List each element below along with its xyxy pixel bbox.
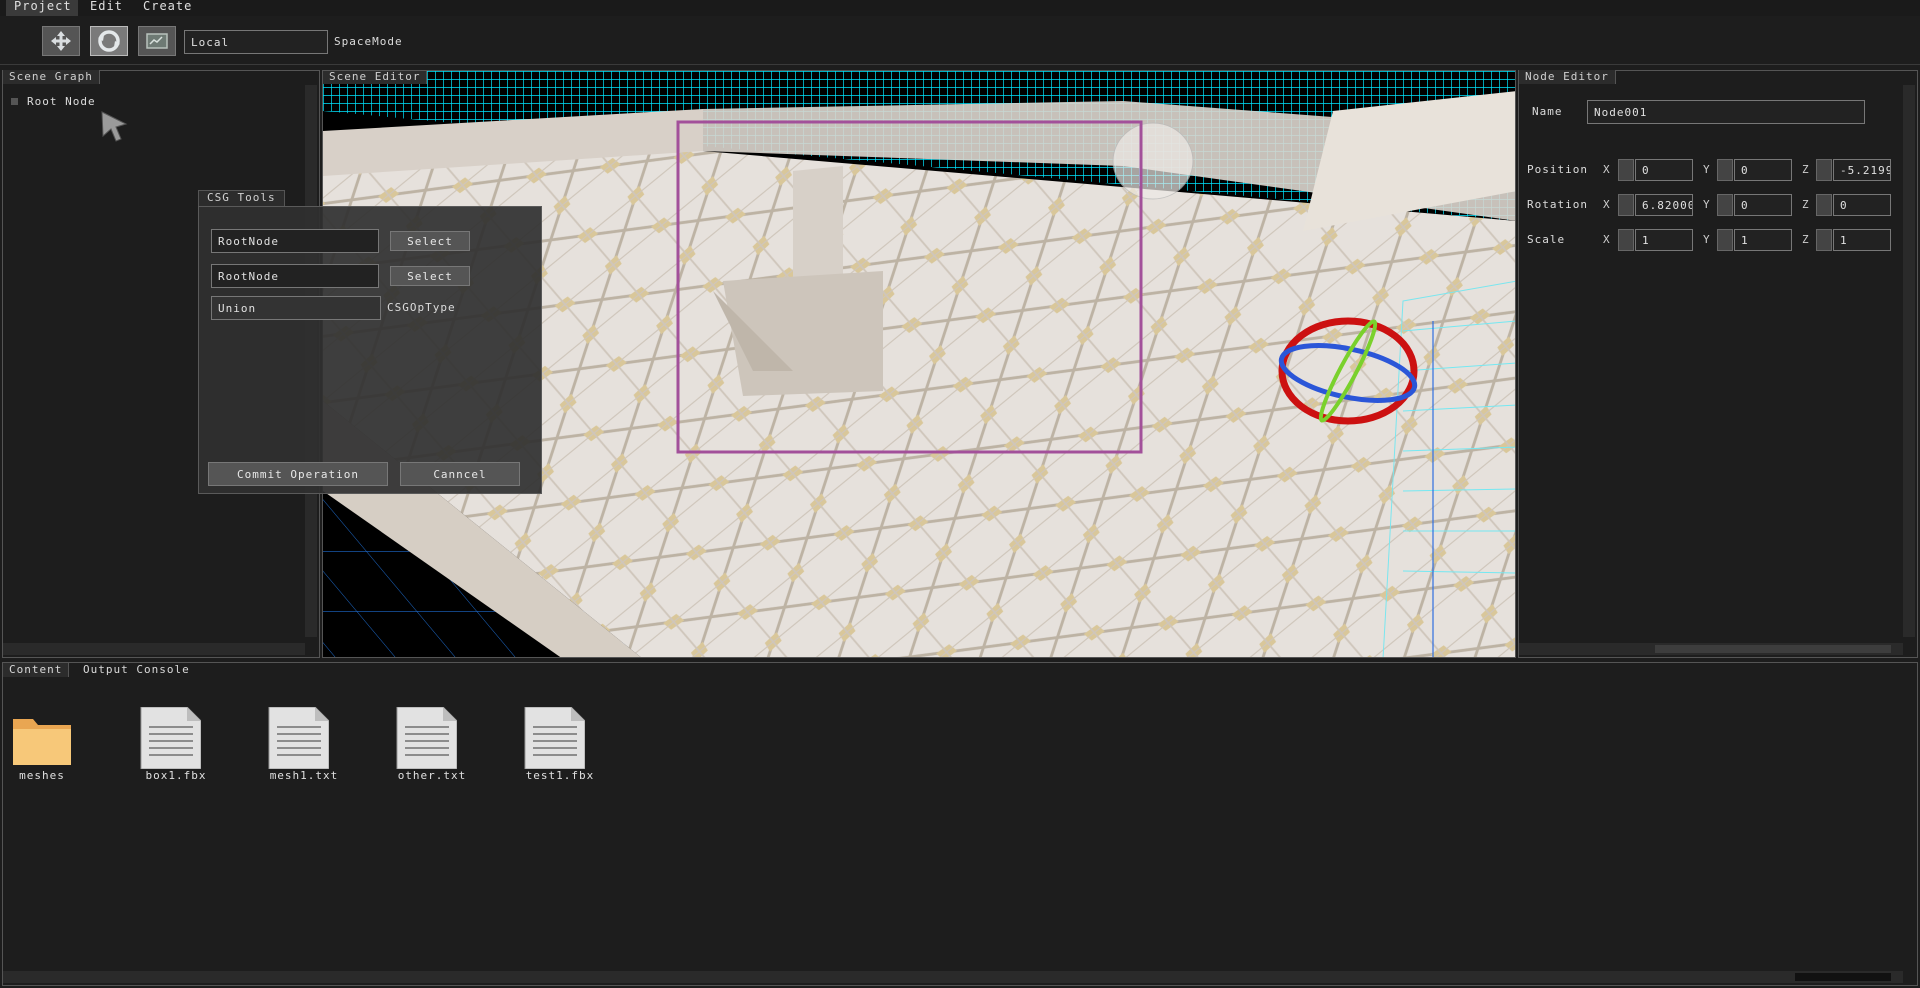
commit-operation-button[interactable]: Commit Operation xyxy=(208,462,388,486)
scale-tool-button[interactable] xyxy=(138,26,176,56)
cancel-button[interactable]: Canncel xyxy=(400,462,520,486)
csg-select-a-button[interactable]: Select xyxy=(390,231,470,251)
scene-graph-hscroll[interactable] xyxy=(3,643,305,655)
mouse-cursor-icon xyxy=(101,111,128,142)
node-editor-vscroll[interactable] xyxy=(1903,85,1915,637)
scale-z-field[interactable]: 1 xyxy=(1833,229,1891,251)
position-y-axis-label: Y xyxy=(1703,163,1711,176)
space-mode-field[interactable]: Local xyxy=(184,30,328,54)
scale-y-field[interactable]: 1 xyxy=(1734,229,1792,251)
content-panel: Content Output Console meshes box1.fbx m… xyxy=(2,662,1918,986)
rotation-x-stepper[interactable] xyxy=(1618,194,1634,216)
root-node-item[interactable]: Root Node xyxy=(27,95,96,108)
scale-y-axis-label: Y xyxy=(1703,233,1711,246)
content-item-test1[interactable]: test1.fbx xyxy=(515,699,605,789)
content-item-label: box1.fbx xyxy=(145,769,207,782)
node-name-field[interactable]: Node001 xyxy=(1587,100,1865,124)
content-item-label: mesh1.txt xyxy=(269,769,339,782)
csg-op-type-label: CSGOpType xyxy=(387,301,456,314)
menu-project[interactable]: Project xyxy=(6,0,78,16)
rotation-z-field[interactable]: 0 xyxy=(1833,194,1891,216)
rotation-y-stepper[interactable] xyxy=(1717,194,1733,216)
document-icon xyxy=(268,707,329,769)
rotation-label: Rotation xyxy=(1527,198,1588,211)
menu-edit[interactable]: Edit xyxy=(90,0,123,16)
tab-output-console[interactable]: Output Console xyxy=(77,663,196,677)
document-icon xyxy=(396,707,457,769)
scale-z-stepper[interactable] xyxy=(1816,229,1832,251)
tab-content[interactable]: Content xyxy=(3,663,70,677)
scene-editor-title: Scene Editor xyxy=(323,71,428,84)
content-item-other[interactable]: other.txt xyxy=(387,699,477,789)
position-x-axis-label: X xyxy=(1603,163,1611,176)
csg-operand-a-field[interactable]: RootNode xyxy=(211,229,379,253)
csg-tools-title[interactable]: CSG Tools xyxy=(198,190,285,207)
scale-y-stepper[interactable] xyxy=(1717,229,1733,251)
rotation-y-field[interactable]: 0 xyxy=(1734,194,1792,216)
document-icon xyxy=(140,707,201,769)
scale-box-icon xyxy=(146,33,168,49)
menu-bar: Project Edit Create xyxy=(0,0,1920,16)
content-hscroll-thumb[interactable] xyxy=(1795,973,1891,981)
node-name-label: Name xyxy=(1532,105,1563,118)
content-item-mesh1[interactable]: mesh1.txt xyxy=(259,699,349,789)
move-arrows-icon xyxy=(51,31,71,51)
csg-tools-dialog: RootNode Select RootNode Select Union CS… xyxy=(198,206,542,494)
document-icon xyxy=(524,707,585,769)
position-label: Position xyxy=(1527,163,1588,176)
csg-select-b-button[interactable]: Select xyxy=(390,266,470,286)
content-item-meshes[interactable]: meshes xyxy=(3,699,93,789)
folder-icon xyxy=(13,719,71,765)
rotation-z-stepper[interactable] xyxy=(1816,194,1832,216)
content-item-label: test1.fbx xyxy=(525,769,595,782)
position-y-field[interactable]: 0 xyxy=(1734,159,1792,181)
position-z-stepper[interactable] xyxy=(1816,159,1832,181)
rotate-arrows-icon xyxy=(98,30,120,52)
scale-x-axis-label: X xyxy=(1603,233,1611,246)
rotation-x-field[interactable]: 6.82000 xyxy=(1635,194,1693,216)
scene-graph-title: Scene Graph xyxy=(3,70,100,84)
rotation-z-axis-label: Z xyxy=(1802,198,1810,211)
rotation-y-axis-label: Y xyxy=(1703,198,1711,211)
node-editor-hscroll[interactable] xyxy=(1519,643,1903,655)
scale-label: Scale xyxy=(1527,233,1566,246)
scale-z-axis-label: Z xyxy=(1802,233,1810,246)
node-editor-hscroll-thumb[interactable] xyxy=(1655,645,1891,653)
csg-op-type-select[interactable]: Union xyxy=(211,296,381,320)
position-x-stepper[interactable] xyxy=(1618,159,1634,181)
node-editor-title: Node Editor xyxy=(1519,70,1616,84)
position-x-field[interactable]: 0 xyxy=(1635,159,1693,181)
content-hscroll[interactable] xyxy=(3,971,1903,983)
position-z-axis-label: Z xyxy=(1802,163,1810,176)
position-y-stepper[interactable] xyxy=(1717,159,1733,181)
node-editor-panel: Node Editor Name Node001 Position X 0 Y … xyxy=(1518,70,1918,658)
scale-x-stepper[interactable] xyxy=(1618,229,1634,251)
menu-create[interactable]: Create xyxy=(143,0,192,16)
content-item-box1[interactable]: box1.fbx xyxy=(131,699,221,789)
move-tool-button[interactable] xyxy=(42,26,80,56)
content-item-label: meshes xyxy=(19,769,65,782)
content-item-label: other.txt xyxy=(397,769,467,782)
space-mode-label: SpaceMode xyxy=(334,35,403,48)
scale-x-field[interactable]: 1 xyxy=(1635,229,1693,251)
csg-operand-b-field[interactable]: RootNode xyxy=(211,264,379,288)
rotation-x-axis-label: X xyxy=(1603,198,1611,211)
rotate-tool-button[interactable] xyxy=(90,26,128,56)
position-z-field[interactable]: -5.2199 xyxy=(1833,159,1891,181)
tree-expander-icon[interactable] xyxy=(11,98,18,105)
